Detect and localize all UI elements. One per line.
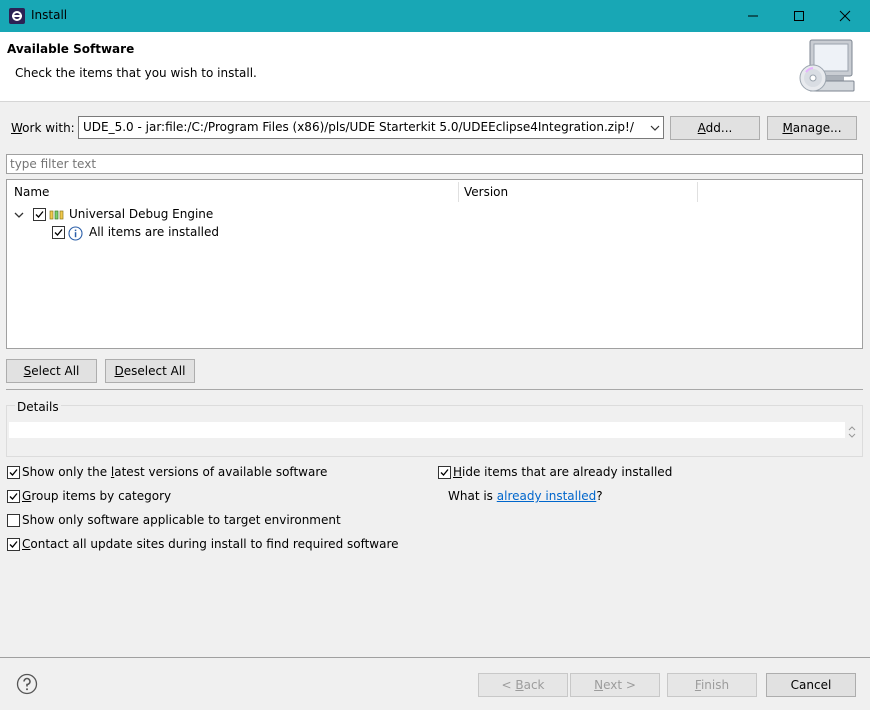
- work-with-label: Work with:: [11, 121, 75, 135]
- cancel-button[interactable]: Cancel: [766, 673, 856, 697]
- software-tree[interactable]: Name Version Universal Debug Engine All …: [6, 179, 863, 349]
- already-installed-link[interactable]: already installed: [497, 489, 597, 503]
- window-title: Install: [31, 8, 68, 22]
- eclipse-app-icon: [9, 8, 25, 24]
- info-icon: [68, 226, 83, 244]
- expand-chevron-icon[interactable]: [13, 209, 25, 224]
- group-by-category-checkbox[interactable]: [7, 490, 20, 503]
- contact-sites-label: Contact all update sites during install …: [22, 537, 399, 551]
- checkmark-icon: [35, 211, 44, 218]
- page-description: Check the items that you wish to install…: [15, 66, 257, 80]
- work-with-combo[interactable]: UDE_5.0 - jar:file:/C:/Program Files (x8…: [78, 116, 664, 139]
- select-all-button[interactable]: Select All: [6, 359, 97, 383]
- group-by-category-label: Group items by category: [22, 489, 172, 503]
- checkmark-icon: [9, 541, 18, 548]
- checkmark-icon: [440, 469, 449, 476]
- tree-item-checkbox[interactable]: [33, 208, 46, 221]
- add-button[interactable]: Add...: [670, 116, 760, 140]
- hide-installed-label: Hide items that are already installed: [453, 465, 673, 479]
- minimize-button[interactable]: [730, 0, 776, 32]
- checkmark-icon: [54, 229, 63, 236]
- chevron-down-icon[interactable]: [649, 122, 661, 137]
- footer-separator: [0, 657, 870, 658]
- column-separator[interactable]: [458, 182, 459, 202]
- tree-item-checkbox[interactable]: [52, 226, 65, 239]
- tree-item-label: All items are installed: [89, 225, 220, 239]
- details-group: Details: [6, 400, 863, 457]
- back-button[interactable]: < Back: [478, 673, 568, 697]
- filter-input[interactable]: [7, 155, 862, 173]
- work-with-value: UDE_5.0 - jar:file:/C:/Program Files (x8…: [83, 120, 634, 134]
- maximize-button[interactable]: [776, 0, 822, 32]
- page-title: Available Software: [7, 42, 135, 56]
- title-bar: Install: [0, 0, 870, 32]
- target-env-checkbox[interactable]: [7, 514, 20, 527]
- install-wizard-icon: [796, 37, 858, 99]
- latest-versions-label: Show only the latest versions of availab…: [22, 465, 328, 479]
- maximize-icon: [794, 11, 804, 21]
- filter-field[interactable]: [6, 154, 863, 174]
- column-header-name[interactable]: Name: [14, 180, 49, 204]
- column-header-version[interactable]: Version: [464, 180, 508, 204]
- wizard-header: Available Software Check the items that …: [0, 32, 870, 102]
- what-is-installed-text: What is already installed?: [448, 489, 603, 503]
- checkmark-icon: [9, 469, 18, 476]
- column-separator[interactable]: [697, 182, 698, 202]
- close-icon: [839, 10, 851, 22]
- details-label: Details: [15, 400, 61, 414]
- deselect-all-button[interactable]: Deselect All: [105, 359, 195, 383]
- checkmark-icon: [9, 493, 18, 500]
- tree-item-label: Universal Debug Engine: [69, 207, 214, 221]
- help-icon[interactable]: [16, 673, 38, 698]
- details-text: [9, 422, 845, 438]
- next-button[interactable]: Next >: [570, 673, 660, 697]
- minimize-icon: [748, 15, 758, 17]
- feature-group-icon: [49, 209, 65, 224]
- separator-line: [6, 389, 863, 390]
- manage-button[interactable]: Manage...: [767, 116, 857, 140]
- scroll-arrows-icon[interactable]: [848, 426, 856, 441]
- close-button[interactable]: [822, 0, 868, 32]
- contact-sites-checkbox[interactable]: [7, 538, 20, 551]
- hide-installed-checkbox[interactable]: [438, 466, 451, 479]
- finish-button[interactable]: Finish: [667, 673, 757, 697]
- latest-versions-checkbox[interactable]: [7, 466, 20, 479]
- target-env-label: Show only software applicable to target …: [22, 513, 341, 527]
